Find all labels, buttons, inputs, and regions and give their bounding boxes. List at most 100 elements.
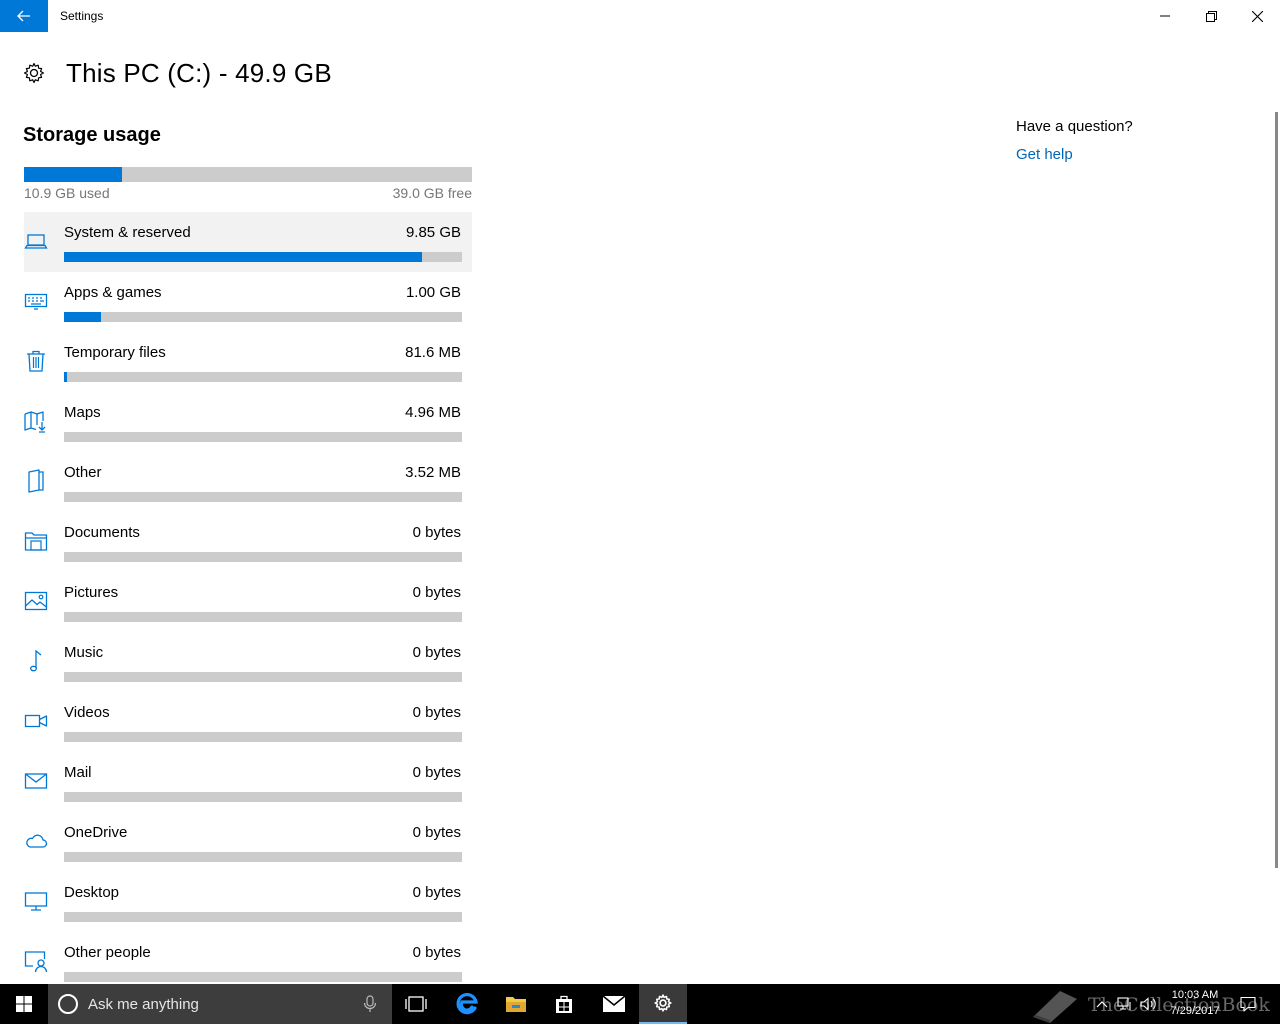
close-button[interactable] (1234, 0, 1280, 32)
notification-icon (1240, 996, 1256, 1012)
category-usage-bar (64, 612, 462, 622)
taskbar-file-explorer[interactable] (492, 984, 540, 1024)
category-name: Maps (64, 404, 101, 421)
category-desktop[interactable]: Desktop 0 bytes (24, 872, 472, 932)
storage-usage-heading: Storage usage (23, 124, 161, 146)
category-other-people[interactable]: Other people 0 bytes (24, 932, 472, 992)
category-temporary-files[interactable]: Temporary files 81.6 MB (24, 332, 472, 392)
category-size: 4.96 MB (405, 404, 461, 421)
category-name: Music (64, 644, 104, 661)
category-usage-bar (64, 792, 462, 802)
category-name: System & reserved (64, 224, 191, 241)
category-name: Documents (64, 524, 140, 541)
category-usage-bar (64, 252, 462, 262)
restore-icon (1205, 10, 1217, 22)
music-icon (30, 649, 42, 672)
taskbar-mail[interactable] (590, 984, 638, 1024)
clock[interactable]: 10:03 AM 7/29/2017 (1160, 987, 1230, 1019)
get-help-link[interactable]: Get help (1016, 146, 1073, 163)
category-onedrive[interactable]: OneDrive 0 bytes (24, 812, 472, 872)
taskbar-settings[interactable] (639, 984, 687, 1024)
overall-usage-fill (24, 167, 122, 182)
category-name: Other (64, 464, 102, 481)
category-size: 0 bytes (412, 884, 461, 901)
category-music[interactable]: Music 0 bytes (24, 632, 472, 692)
category-usage-bar (64, 432, 462, 442)
laptop-icon (24, 234, 48, 249)
minimize-button[interactable] (1142, 0, 1188, 32)
keyboard-icon (24, 293, 48, 310)
mail-app-icon (602, 995, 626, 1012)
cortana-icon (58, 994, 78, 1014)
category-size: 0 bytes (412, 704, 461, 721)
show-hidden-icons-button[interactable] (1092, 984, 1112, 1024)
category-mail[interactable]: Mail 0 bytes (24, 752, 472, 812)
onedrive-icon (26, 834, 48, 848)
chevron-up-icon (1096, 1001, 1108, 1008)
trash-icon (27, 350, 45, 372)
folder-icon (506, 997, 526, 1012)
category-size: 0 bytes (412, 644, 461, 661)
network-button[interactable] (1114, 984, 1136, 1024)
videos-icon (24, 714, 48, 728)
category-usage-bar (64, 672, 462, 682)
action-center-button[interactable] (1236, 984, 1260, 1024)
task-view-button[interactable] (392, 984, 440, 1024)
title-bar: Settings (0, 0, 1280, 32)
category-name: Desktop (64, 884, 120, 901)
category-usage-bar (64, 492, 462, 502)
category-other[interactable]: Other 3.52 MB (24, 452, 472, 512)
category-usage-bar (64, 372, 462, 382)
category-maps[interactable]: Maps 4.96 MB (24, 392, 472, 452)
search-placeholder: Ask me anything (88, 995, 199, 1013)
taskbar-store[interactable] (540, 984, 588, 1024)
category-videos[interactable]: Videos 0 bytes (24, 692, 472, 752)
vertical-scrollbar[interactable] (1275, 112, 1278, 868)
documents-icon (24, 532, 48, 551)
category-usage-fill (64, 372, 68, 382)
taskbar-edge[interactable] (443, 984, 491, 1024)
category-usage-bar (64, 312, 462, 322)
category-size: 9.85 GB (405, 224, 461, 241)
used-space-label: 10.9 GB used (24, 185, 110, 201)
category-size: 0 bytes (412, 824, 461, 841)
overall-usage-bar (24, 167, 472, 182)
category-usage-bar (64, 732, 462, 742)
edge-browser-icon (456, 993, 478, 1015)
category-system-reserved[interactable]: System & reserved 9.85 GB (24, 212, 472, 272)
category-name: Temporary files (64, 344, 166, 361)
restore-button[interactable] (1188, 0, 1234, 32)
free-space-label: 39.0 GB free (392, 185, 472, 201)
category-usage-bar (64, 552, 462, 562)
pictures-icon (24, 591, 48, 611)
category-usage-fill (64, 312, 101, 322)
category-apps-games[interactable]: Apps & games 1.00 GB (24, 272, 472, 332)
volume-button[interactable] (1138, 984, 1160, 1024)
category-name: Videos (64, 704, 110, 721)
clock-time: 10:03 AM (1171, 989, 1219, 1001)
category-size: 3.52 MB (405, 464, 461, 481)
minimize-icon (1160, 15, 1170, 17)
category-name: Mail (64, 764, 92, 781)
category-name: Pictures (64, 584, 119, 601)
taskbar: Ask me anything TheCollectionBook 10:03 … (0, 984, 1280, 1024)
category-documents[interactable]: Documents 0 bytes (24, 512, 472, 572)
settings-gear-icon (654, 994, 672, 1012)
cortana-search-box[interactable]: Ask me anything (48, 984, 392, 1024)
start-button[interactable] (0, 984, 48, 1024)
back-button[interactable] (0, 0, 48, 32)
microphone-icon[interactable] (360, 994, 380, 1014)
other-people-icon (24, 951, 48, 973)
help-question: Have a question? (1016, 118, 1133, 135)
category-size: 0 bytes (412, 764, 461, 781)
storage-category-list: System & reserved 9.85 GB Apps & games 1… (24, 212, 472, 992)
map-download-icon (24, 411, 46, 433)
category-size: 81.6 MB (405, 344, 461, 361)
category-name: Other people (64, 944, 151, 961)
category-size: 0 bytes (412, 584, 461, 601)
category-pictures[interactable]: Pictures 0 bytes (24, 572, 472, 632)
store-bag-icon (556, 995, 572, 1013)
page-title: This PC (C:) - 49.9 GB (66, 57, 332, 88)
category-usage-bar (64, 852, 462, 862)
category-usage-bar (64, 972, 462, 982)
